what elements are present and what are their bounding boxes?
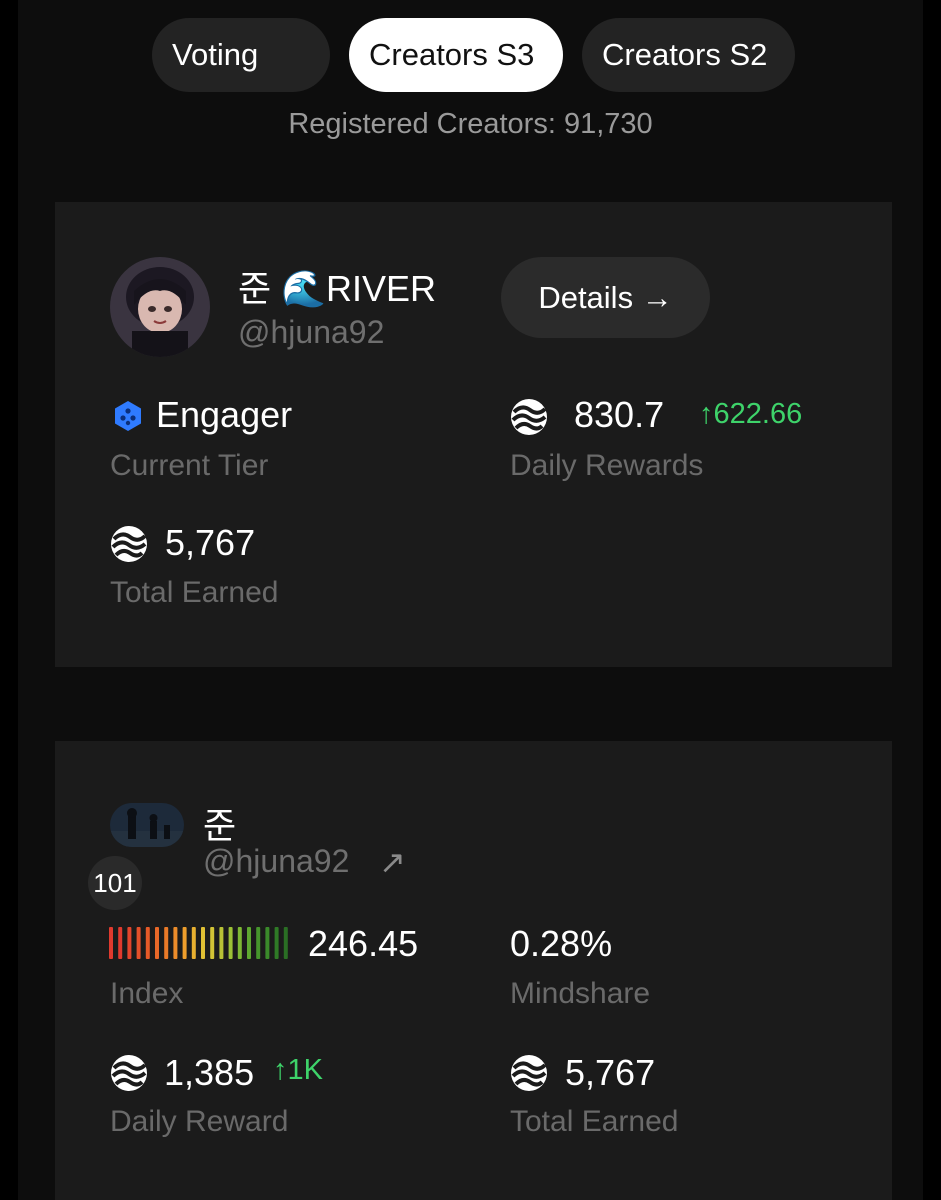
index-meter-bar	[164, 927, 169, 959]
index-meter-bar	[274, 927, 279, 959]
creator-avatar[interactable]	[110, 803, 184, 847]
creator-leaderboard-card: 101 준 @hjuna92 ↗ 246.45 Index 0.28% Mind…	[55, 741, 892, 1200]
mindshare-value: 0.28%	[510, 923, 613, 964]
index-meter-bar	[145, 927, 150, 959]
creator-name: 준 🌊RIVER	[238, 268, 436, 309]
daily-rewards-delta: ↑622.66	[699, 398, 803, 430]
external-link-icon[interactable]: ↗	[379, 843, 406, 881]
index-meter-bar	[265, 927, 270, 959]
index-value: 246.45	[308, 923, 419, 964]
index-meter-bar	[201, 927, 205, 959]
creator-name: 준	[203, 805, 237, 846]
index-meter-bar	[173, 927, 178, 959]
creator-avatar-image	[110, 803, 184, 847]
total-earned-value: 5,767	[565, 1052, 656, 1093]
index-meter-bar	[182, 927, 187, 959]
profile-card: 준 🌊RIVER @hjuna92 Details → Engager Curr…	[55, 202, 892, 667]
registered-creators-count: Registered Creators: 91,730	[288, 108, 653, 140]
total-earned-label: Total Earned	[110, 576, 279, 609]
avatar[interactable]	[110, 257, 210, 357]
daily-reward-value: 1,385	[164, 1052, 255, 1093]
index-meter-bar	[118, 927, 123, 959]
creator-handle[interactable]: @hjuna92	[203, 843, 349, 880]
index-label: Index	[110, 977, 184, 1010]
daily-reward-delta: ↑1K	[273, 1054, 323, 1086]
index-meter-bar	[228, 927, 233, 959]
index-meter-bar	[136, 927, 141, 959]
rank-badge: 101	[88, 856, 142, 910]
total-earned-value: 5,767	[165, 522, 256, 563]
tab-bar: Voting Creators S3 Creators S2	[0, 18, 941, 92]
token-icon	[511, 1055, 547, 1091]
tab-creators-s2[interactable]: Creators S2	[582, 18, 795, 92]
index-meter-bar	[109, 927, 113, 959]
total-earned-label: Total Earned	[510, 1105, 679, 1138]
index-meter-bar	[283, 927, 288, 959]
index-meter-bar	[155, 927, 159, 959]
index-meter-bar	[210, 927, 215, 959]
token-icon	[111, 526, 147, 562]
tab-creators-s3-label: Creators S3	[369, 37, 535, 72]
avatar-image	[110, 257, 210, 357]
tab-voting-label: Voting	[172, 37, 259, 72]
tier-value: Engager	[156, 394, 293, 435]
index-meter-bar	[237, 927, 242, 959]
tab-creators-s2-label: Creators S2	[602, 37, 768, 72]
index-meter-bar	[219, 927, 224, 959]
index-meter-bar	[127, 927, 132, 959]
daily-reward-label: Daily Reward	[110, 1105, 289, 1138]
token-icon	[511, 399, 547, 435]
daily-rewards-label: Daily Rewards	[510, 449, 704, 482]
creator-handle[interactable]: @hjuna92	[238, 314, 384, 351]
tab-voting[interactable]: Voting	[152, 18, 330, 92]
index-meter	[109, 927, 288, 959]
tab-creators-s3[interactable]: Creators S3	[349, 18, 563, 92]
index-meter-bar	[247, 927, 251, 959]
tier-hexagon-icon	[115, 401, 141, 431]
index-meter-bar	[256, 927, 261, 959]
details-button-label: Details →	[538, 279, 673, 315]
mindshare-label: Mindshare	[510, 977, 651, 1010]
details-button[interactable]: Details →	[501, 257, 710, 338]
tier-label: Current Tier	[110, 449, 269, 482]
token-icon	[111, 1055, 147, 1091]
index-meter-bar	[191, 927, 196, 959]
daily-rewards-value: 830.7	[574, 394, 665, 435]
